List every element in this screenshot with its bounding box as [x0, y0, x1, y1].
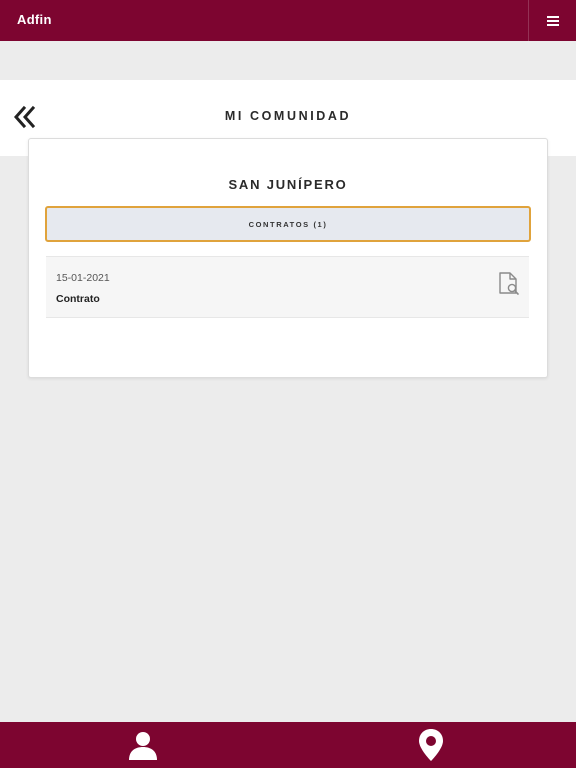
location-pin-icon: [419, 729, 443, 761]
tab-contratos-label: CONTRATOS (1): [248, 219, 328, 229]
bottom-nav-bar: [0, 722, 576, 768]
document-row[interactable]: 15-01-2021 Contrato: [46, 256, 529, 318]
nav-location-button[interactable]: [391, 722, 471, 768]
hamburger-menu-icon: [546, 15, 559, 26]
document-name: Contrato: [56, 293, 100, 305]
top-app-bar: Adfin: [0, 0, 576, 41]
nav-user-button[interactable]: [103, 722, 183, 768]
community-card: SAN JUNÍPERO CONTRATOS (1) 15-01-2021 Co…: [28, 138, 548, 378]
view-document-button[interactable]: [496, 271, 522, 297]
document-search-icon: [499, 272, 519, 295]
user-icon: [129, 732, 157, 760]
community-name: SAN JUNÍPERO: [228, 177, 348, 192]
page-title: MI COMUNIDAD: [224, 109, 352, 123]
document-date: 15-01-2021: [56, 272, 110, 284]
tab-contratos[interactable]: CONTRATOS (1): [45, 206, 531, 242]
menu-button[interactable]: [529, 0, 576, 41]
app-brand: Adfin: [17, 12, 52, 27]
